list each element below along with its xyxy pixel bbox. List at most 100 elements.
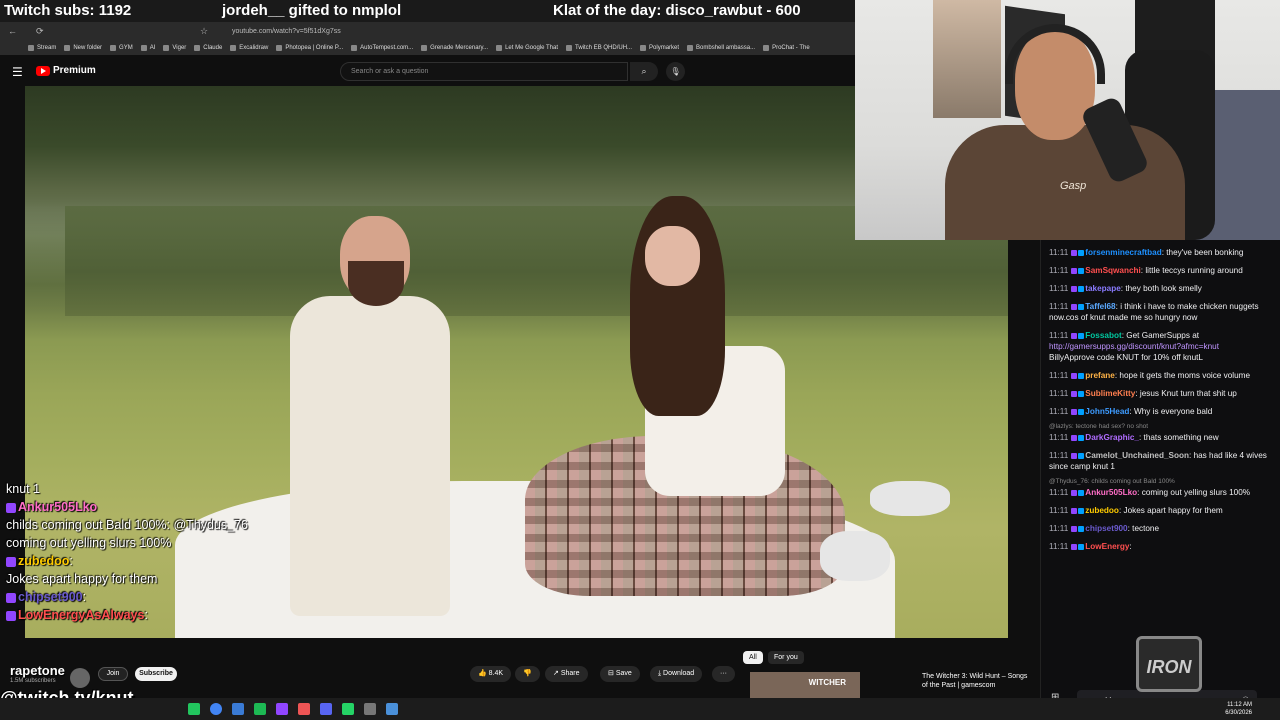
- join-button[interactable]: Join: [98, 667, 128, 681]
- chat-message[interactable]: 11:11 Taffel68: i think i have to make ch…: [1041, 300, 1280, 324]
- overlay-chat-text: :: [69, 554, 73, 568]
- bookmark-item[interactable]: Twitch EB QHD/UH...: [566, 44, 633, 51]
- badge-icon: [1071, 507, 1078, 514]
- recommended-thumbnail[interactable]: WITCHER: [750, 672, 860, 698]
- bookmark-label: Twitch EB QHD/UH...: [575, 44, 633, 51]
- bookmark-item[interactable]: Photopea | Online P...: [276, 44, 343, 51]
- bookmark-item[interactable]: Viger: [163, 44, 186, 51]
- browser-url-bar[interactable]: ← ⟳ ☆ youtube.com/watch?v=5f51dXg7ss: [0, 22, 855, 40]
- bookmark-item[interactable]: New folder: [64, 44, 102, 51]
- chat-message[interactable]: 11:11 takepape: they both look smelly: [1041, 282, 1280, 295]
- chat-text-extra: BillyApprove code KNUT for 10% off knutL: [1049, 353, 1203, 362]
- download-button[interactable]: ⤓ Download: [650, 666, 703, 682]
- bookmark-icon: [496, 44, 503, 51]
- twitch-icon[interactable]: [276, 703, 288, 715]
- taskbar-app-icon[interactable]: [298, 703, 310, 715]
- chat-username[interactable]: Camelot_Unchained_Soon: [1085, 451, 1189, 460]
- chat-message[interactable]: 11:11 SublimeKitty: jesus Knut turn that …: [1041, 387, 1280, 400]
- like-button[interactable]: 👍 8.4K: [470, 666, 512, 682]
- bookmark-item[interactable]: Polymarket: [640, 44, 679, 51]
- bookmark-item[interactable]: AutoTempest.com...: [351, 44, 413, 51]
- recommended-title[interactable]: The Witcher 3: Wild Hunt – Songs of the …: [922, 672, 1032, 690]
- chat-username[interactable]: DarkGraphic_: [1085, 433, 1139, 442]
- chat-message[interactable]: 11:11 chipset900: tectone: [1041, 522, 1280, 535]
- badge-icon: [1078, 285, 1085, 292]
- bookmark-item[interactable]: Bombshell ambassa...: [687, 44, 756, 51]
- dislike-button[interactable]: 👎: [515, 666, 540, 682]
- pill-for-you[interactable]: For you: [768, 651, 804, 664]
- reload-icon[interactable]: ⟳: [36, 26, 44, 37]
- chat-username[interactable]: zubedoo: [1085, 506, 1119, 515]
- pill-all[interactable]: All: [743, 651, 763, 664]
- taskbar-app-icon[interactable]: [364, 703, 376, 715]
- chat-timestamp: 11:11: [1049, 433, 1069, 442]
- chat-username[interactable]: SamSqwanchi: [1085, 266, 1141, 275]
- chat-message[interactable]: 11:11 forsenminecraftbad: they've been bo…: [1041, 246, 1280, 259]
- avatar[interactable]: [70, 668, 90, 688]
- chat-username[interactable]: LowEnergy: [1085, 542, 1129, 551]
- chat-link[interactable]: http://gamersupps.gg/discount/knut?afmc=…: [1049, 341, 1272, 352]
- save-icon: ⊟: [608, 670, 616, 677]
- chat-text: hope it gets the moms voice volume: [1119, 371, 1251, 380]
- chat-username[interactable]: Ankur505Lko: [1085, 488, 1137, 497]
- save-button[interactable]: ⊟ Save: [600, 666, 640, 682]
- chat-text: Get GamerSupps at: [1126, 331, 1200, 340]
- chat-username[interactable]: SublimeKitty: [1085, 389, 1135, 398]
- chat-message[interactable]: 11:11 prefane: hope it gets the moms voic…: [1041, 369, 1280, 382]
- search-input[interactable]: Search or ask a question: [340, 62, 628, 81]
- download-label: Download: [663, 670, 695, 677]
- taskbar-app-icon[interactable]: [386, 703, 398, 715]
- chat-username[interactable]: Taffel68: [1085, 302, 1115, 311]
- bookmark-item[interactable]: Excalidraw: [230, 44, 268, 51]
- discord-icon[interactable]: [320, 703, 332, 715]
- bookmark-item[interactable]: AI: [140, 44, 155, 51]
- bookmark-item[interactable]: GYM: [110, 44, 133, 51]
- chat-message[interactable]: 11:11 John5Head: Why is everyone bald: [1041, 405, 1280, 418]
- bookmark-item[interactable]: ProChat - The: [763, 44, 810, 51]
- bookmarks-bar: Stream New folder GYM AI Viger Claude Excalidr…: [0, 40, 855, 55]
- chat-message[interactable]: 11:11 Ankur505Lko: coming out yelling slu…: [1041, 486, 1280, 499]
- bookmark-item[interactable]: Claude: [194, 44, 222, 51]
- system-clock[interactable]: 11:12 AM 6/30/2026: [1225, 701, 1252, 717]
- badge-icon: [1071, 249, 1078, 256]
- clock-time: 11:12 AM: [1227, 702, 1252, 708]
- chat-username[interactable]: prefane: [1085, 371, 1115, 380]
- chat-message[interactable]: 11:11 DarkGraphic_: thats something new: [1041, 431, 1280, 444]
- overlay-chat-line: Jokes apart happy for them: [6, 572, 276, 586]
- chat-username[interactable]: chipset900: [1085, 524, 1127, 533]
- share-button[interactable]: ↗ Share: [545, 666, 588, 682]
- chat-username[interactable]: takepape: [1085, 284, 1121, 293]
- overlay-chat-line: childs coming out Bald 100%: @Thydus_76: [6, 518, 276, 532]
- chat-message[interactable]: 11:11 Fossabot: Get GamerSupps at http://g…: [1041, 329, 1280, 364]
- chat-message[interactable]: 11:11 Camelot_Unchained_Soon: has had lik…: [1041, 449, 1280, 473]
- back-icon[interactable]: ←: [8, 26, 17, 36]
- bookmark-label: Bombshell ambassa...: [696, 44, 756, 51]
- mic-icon[interactable]: 🎙: [666, 62, 685, 81]
- chrome-icon[interactable]: [210, 703, 222, 715]
- bookmark-item[interactable]: Grenade Mercenary...: [421, 44, 488, 51]
- taskbar-app-icon[interactable]: [254, 703, 266, 715]
- chat-username[interactable]: forsenminecraftbad: [1085, 248, 1161, 257]
- chat-message[interactable]: 11:11 zubedoo: Jokes apart happy for them: [1041, 504, 1280, 517]
- chat-username[interactable]: Fossabot: [1085, 331, 1121, 340]
- bookmark-star-icon[interactable]: ☆: [200, 26, 208, 37]
- more-button[interactable]: ···: [712, 666, 735, 682]
- menu-icon[interactable]: ☰: [12, 65, 23, 79]
- taskbar-app-icon[interactable]: [232, 703, 244, 715]
- chat-username[interactable]: John5Head: [1085, 407, 1129, 416]
- badge-icon: [1071, 525, 1078, 532]
- chat-message[interactable]: 11:11 SamSqwanchi: little teccys running …: [1041, 264, 1280, 277]
- chat-message[interactable]: 11:11 LowEnergy:: [1041, 540, 1280, 553]
- bookmark-icon: [230, 44, 237, 51]
- bookmark-label: GYM: [119, 44, 133, 51]
- url-text[interactable]: youtube.com/watch?v=5f51dXg7ss: [232, 28, 341, 35]
- subscribe-button[interactable]: Subscribe: [135, 667, 177, 681]
- channel-name[interactable]: rapetone: [10, 663, 65, 678]
- taskbar-app-icon[interactable]: [188, 703, 200, 715]
- search-icon[interactable]: ⌕: [630, 62, 658, 81]
- chat-text: they've been bonking: [1166, 248, 1244, 257]
- taskbar-app-icon[interactable]: [342, 703, 354, 715]
- bookmark-item[interactable]: Stream: [28, 44, 56, 51]
- bookmark-item[interactable]: Let Me Google That: [496, 44, 558, 51]
- youtube-logo[interactable]: Premium: [36, 65, 96, 76]
